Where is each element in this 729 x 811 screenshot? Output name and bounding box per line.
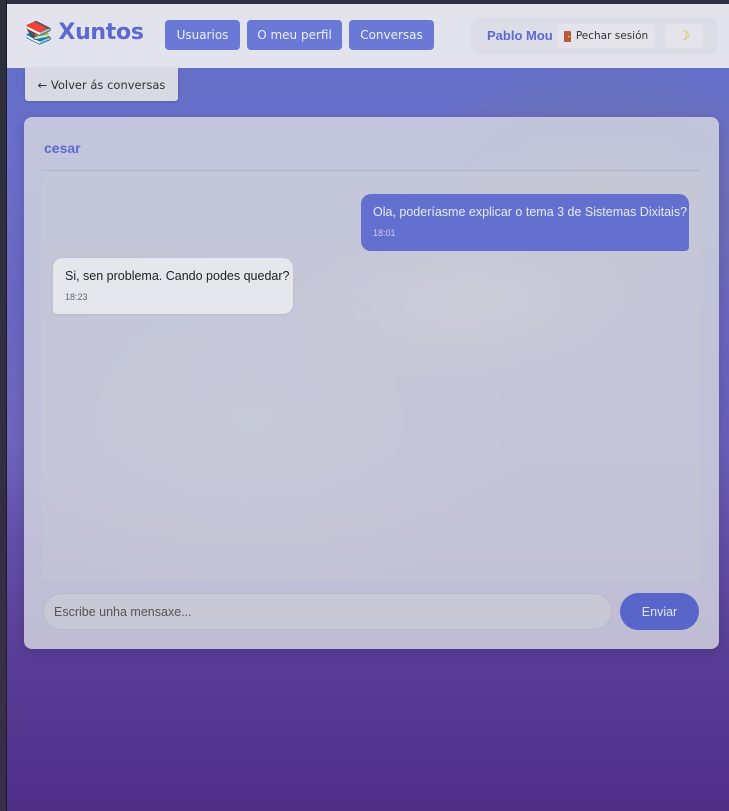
messages-list[interactable]: Ola, poderíasme explicar o tema 3 de Sis… xyxy=(42,173,700,581)
nav-usuarios-button[interactable]: Usuarios xyxy=(165,20,240,50)
back-to-conversations-button[interactable]: ← Volver ás conversas xyxy=(25,68,178,101)
message-received: Si, sen problema. Cando podes quedar? 18… xyxy=(53,258,293,314)
message-text: Ola, poderíasme explicar o tema 3 de Sis… xyxy=(373,205,688,219)
message-sent: Ola, poderíasme explicar o tema 3 de Sis… xyxy=(361,194,689,251)
send-button[interactable]: Enviar xyxy=(620,593,699,630)
theme-toggle-button[interactable]: ☽ xyxy=(665,24,703,48)
left-window-edge xyxy=(0,0,7,811)
moon-icon: ☽ xyxy=(678,28,690,43)
books-icon: 📚 xyxy=(25,19,53,45)
message-input[interactable] xyxy=(43,593,612,630)
nav-perfil-button[interactable]: O meu perfil xyxy=(247,20,342,50)
message-time: 18:01 xyxy=(373,228,396,238)
chat-divider xyxy=(42,170,700,171)
chat-contact-name: cesar xyxy=(44,140,81,156)
chat-card: cesar Ola, poderíasme explicar o tema 3 … xyxy=(24,117,719,649)
app-logo[interactable]: 📚 Xuntos xyxy=(25,20,144,45)
door-icon xyxy=(563,30,571,42)
message-text: Si, sen problema. Cando podes quedar? xyxy=(65,269,290,283)
user-panel: Pablo Mou Pechar sesión ☽ xyxy=(471,17,717,55)
app-title: Xuntos xyxy=(58,20,144,45)
logout-label: Pechar sesión xyxy=(575,30,649,42)
message-time: 18:23 xyxy=(65,292,88,302)
logout-button[interactable]: Pechar sesión xyxy=(557,24,655,48)
app-header: 📚 Xuntos Usuarios O meu perfil Conversas… xyxy=(7,4,729,68)
user-name[interactable]: Pablo Mou xyxy=(487,28,553,43)
nav-conversas-button[interactable]: Conversas xyxy=(349,20,434,50)
